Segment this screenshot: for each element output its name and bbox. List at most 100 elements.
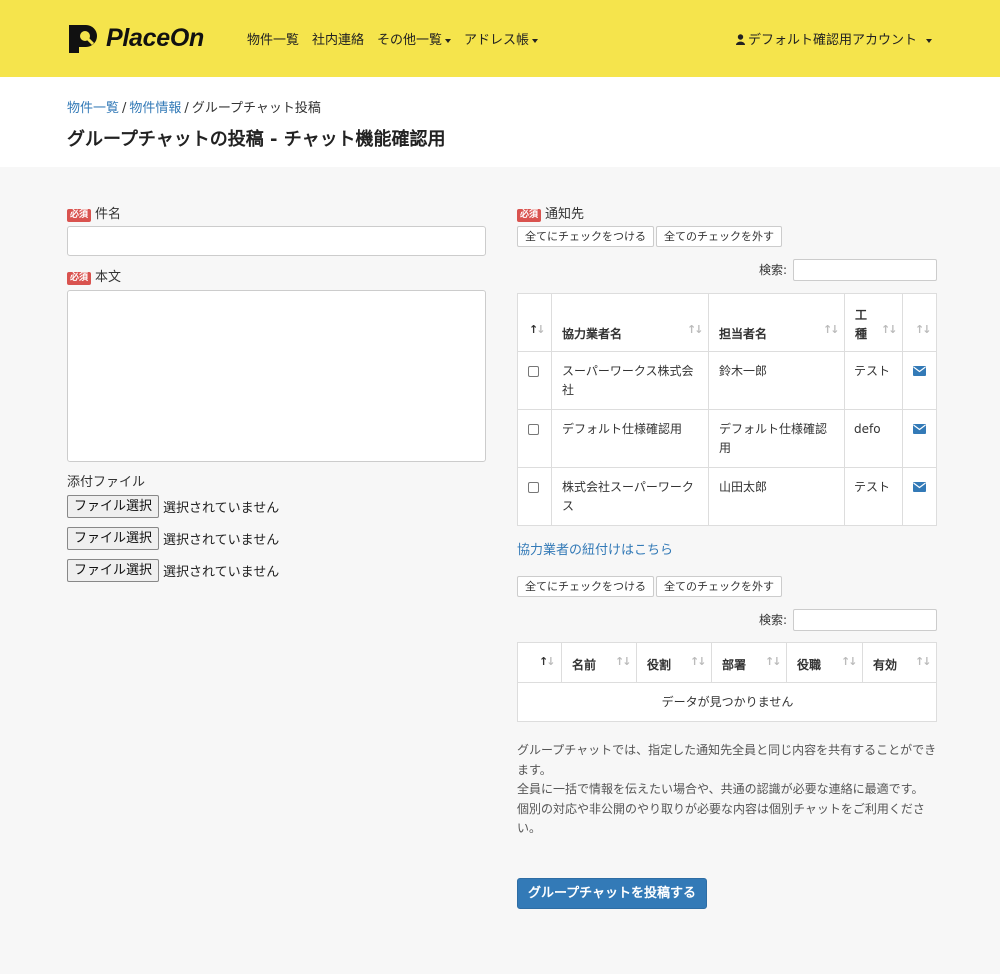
header-label: 有効 <box>873 658 898 672</box>
person-name: デフォルト仕様確認用 <box>719 422 828 455</box>
nav-internal-notice[interactable]: 社内連絡 <box>312 29 364 48</box>
members-table: ↑↓ 名前 ↑↓ 役割 ↑↓ 部署 ↑↓ 役職 ↑↓ 有効 ↑↓ データが見つか… <box>517 642 937 722</box>
table-header-role[interactable]: 役割 ↑↓ <box>637 643 712 683</box>
file-select-button[interactable]: ファイル選択 <box>67 527 160 550</box>
uncheck-all-members-button[interactable]: 全てのチェックを外す <box>656 576 782 597</box>
sort-icon: ↑↓ <box>539 655 556 668</box>
page-header <box>0 77 1000 167</box>
account-menu[interactable]: デフォルト確認用アカウント <box>735 29 932 48</box>
breadcrumb-current: グループチャット投稿 <box>191 101 321 116</box>
table-header-company[interactable]: 協力業者名 ↑↓ <box>552 294 709 352</box>
table-row <box>518 352 552 410</box>
company-name: 株式会社スーパーワークス <box>562 480 694 513</box>
table-header-mail[interactable]: ↑↓ <box>903 294 937 352</box>
sort-icon: ↑↓ <box>841 655 858 668</box>
person-name: 山田太郎 <box>719 480 768 494</box>
company-name: デフォルト仕様確認用 <box>562 422 683 436</box>
breadcrumb-property-info[interactable]: 物件情報 <box>129 101 181 116</box>
partners-search-input[interactable] <box>793 259 937 281</box>
trade-name: defo <box>854 422 881 436</box>
logo-text: PlaceOn <box>106 23 204 52</box>
uncheck-all-partners-button[interactable]: 全てのチェックを外す <box>656 226 782 247</box>
nav-label: アドレス帳 <box>464 33 530 48</box>
members-search-label: 検索: <box>759 613 788 627</box>
description-line: グループチャットでは、指定した通知先全員と同じ内容を共有することができます。 <box>517 743 937 777</box>
partner-link[interactable]: 協力業者の紐付けはこちら <box>517 539 673 558</box>
file-select-button[interactable]: ファイル選択 <box>67 559 160 582</box>
header-label: 名前 <box>572 658 597 672</box>
header-label: 協力業者名 <box>562 327 623 341</box>
breadcrumb-separator: / <box>122 101 127 116</box>
sort-icon: ↑↓ <box>529 323 546 336</box>
check-all-members-button[interactable]: 全てにチェックをつける <box>517 576 654 597</box>
caret-down-icon <box>926 38 932 43</box>
submit-group-chat-button[interactable]: グループチャットを投稿する <box>517 878 707 909</box>
file-status: 選択されていません <box>163 533 280 548</box>
required-badge: 必須 <box>67 272 92 285</box>
body-textarea[interactable] <box>67 290 486 462</box>
caret-down-icon <box>445 38 452 43</box>
header-label: 工種 <box>855 308 868 341</box>
file-input-2: ファイル選択 選択されていません <box>67 527 279 550</box>
description-line: 全員に一括で情報を伝えたい場合や、共通の認識が必要な連絡に最適です。 <box>517 782 924 796</box>
table-header-department[interactable]: 部署 ↑↓ <box>712 643 787 683</box>
header-label: 役職 <box>797 658 822 672</box>
file-status: 選択されていません <box>163 565 280 580</box>
sort-icon: ↑↓ <box>881 323 898 336</box>
table-cell-person: デフォルト仕様確認用 <box>709 410 845 468</box>
sort-icon: ↑↓ <box>687 323 704 336</box>
table-cell-trade: defo <box>845 410 903 468</box>
table-header-position[interactable]: 役職 ↑↓ <box>787 643 863 683</box>
subject-input[interactable] <box>67 226 486 256</box>
table-cell-company: デフォルト仕様確認用 <box>552 410 709 468</box>
row-checkbox[interactable] <box>528 482 539 493</box>
person-name: 鈴木一郎 <box>719 364 768 378</box>
row-checkbox[interactable] <box>528 366 539 377</box>
nav-label: 物件一覧 <box>247 33 300 48</box>
nav-property-list[interactable]: 物件一覧 <box>247 29 299 48</box>
header-label: 担当者名 <box>719 327 768 341</box>
breadcrumb-separator: / <box>184 101 189 116</box>
top-navbar: PlaceOn 物件一覧 社内連絡 その他一覧 アドレス帳 デフォルト確認用アカ… <box>0 0 1000 77</box>
body-label: 必須 本文 <box>67 266 121 285</box>
table-header-name[interactable]: 名前 ↑↓ <box>562 643 637 683</box>
breadcrumb-property-list[interactable]: 物件一覧 <box>67 101 119 116</box>
partners-table: ↑↓ 協力業者名 ↑↓ 担当者名 ↑↓ 工種 ↑↓ ↑↓ スーパーワークス株式会… <box>517 293 937 526</box>
file-input-1: ファイル選択 選択されていません <box>67 495 279 518</box>
envelope-icon[interactable] <box>913 482 926 492</box>
check-all-partners-button[interactable]: 全てにチェックをつける <box>517 226 654 247</box>
required-badge: 必須 <box>517 209 542 222</box>
table-row <box>518 410 552 468</box>
row-checkbox[interactable] <box>528 424 539 435</box>
table-header-person[interactable]: 担当者名 ↑↓ <box>709 294 845 352</box>
trade-name: テスト <box>854 480 891 494</box>
table-header-select[interactable]: ↑↓ <box>518 643 562 683</box>
placeon-logo[interactable]: PlaceOn <box>67 22 204 54</box>
header-label: 部署 <box>722 658 747 672</box>
account-name: デフォルト確認用アカウント <box>747 33 917 48</box>
table-header-select[interactable]: ↑↓ <box>518 294 552 352</box>
table-header-active[interactable]: 有効 ↑↓ <box>863 643 937 683</box>
header-label: 役割 <box>647 658 672 672</box>
table-cell-mail <box>903 410 937 468</box>
nav-other-lists[interactable]: その他一覧 <box>377 29 452 48</box>
file-select-button[interactable]: ファイル選択 <box>67 495 160 518</box>
table-cell-mail <box>903 468 937 526</box>
breadcrumb: 物件一覧 / 物件情報 / グループチャット投稿 <box>67 97 321 116</box>
page-title: グループチャットの投稿 - チャット機能確認用 <box>67 129 446 150</box>
table-cell-company: スーパーワークス株式会社 <box>552 352 709 410</box>
attachments-label: 添付ファイル <box>67 475 146 490</box>
partners-search-label: 検索: <box>759 263 788 277</box>
table-header-trade[interactable]: 工種 ↑↓ <box>845 294 903 352</box>
required-badge: 必須 <box>67 209 92 222</box>
nav-address-book[interactable]: アドレス帳 <box>464 29 539 48</box>
envelope-icon[interactable] <box>913 424 926 434</box>
envelope-icon[interactable] <box>913 366 926 376</box>
logo-mark-icon <box>69 25 97 53</box>
table-cell-person: 山田太郎 <box>709 468 845 526</box>
table-cell-company: 株式会社スーパーワークス <box>552 468 709 526</box>
members-search-input[interactable] <box>793 609 937 631</box>
subject-label-text: 件名 <box>95 207 122 222</box>
subject-label: 必須 件名 <box>67 203 121 222</box>
nav-label: その他一覧 <box>377 33 443 48</box>
